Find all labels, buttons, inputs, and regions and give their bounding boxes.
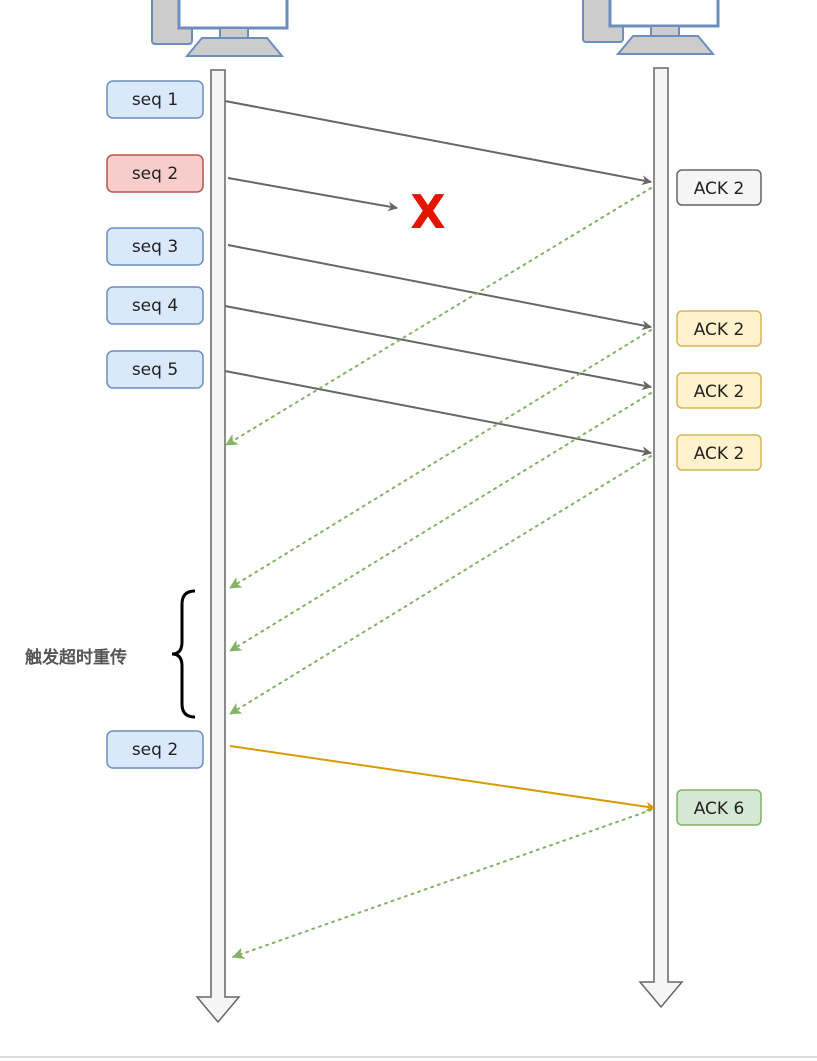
ack-box: ACK 2 — [676, 372, 762, 409]
ack-box: ACK 2 — [676, 169, 762, 206]
timeout-note: 触发超时重传 — [24, 647, 127, 668]
receiver-lifeline — [638, 67, 684, 1009]
ack-box: ACK 6 — [676, 789, 762, 826]
lost-data-arrow — [227, 177, 398, 212]
sender-computer-icon — [151, 0, 289, 57]
sequence-diagram: seq 1 seq 2 seq 3 seq 4 seq 5 seq 2 ACK 2 ACK 2… — [0, 0, 817, 1058]
ack-label: ACK 6 — [694, 799, 745, 819]
ack-arrow — [229, 392, 652, 652]
packet-label: seq 2 — [132, 164, 178, 184]
data-arrow — [224, 100, 652, 186]
packet-box: seq 3 — [106, 227, 204, 266]
ack-arrow — [229, 329, 652, 589]
ack-box: ACK 2 — [676, 434, 762, 471]
packet-box: seq 5 — [106, 350, 204, 389]
lost-marker: X — [410, 185, 445, 239]
timeout-brace — [171, 589, 196, 719]
ack-label: ACK 2 — [694, 179, 745, 199]
packet-label: seq 3 — [132, 237, 178, 257]
packet-label: seq 1 — [132, 90, 178, 110]
ack-label: ACK 2 — [694, 382, 745, 402]
packet-box: seq 1 — [106, 80, 204, 119]
ack-label: ACK 2 — [694, 320, 745, 340]
data-arrow — [224, 370, 652, 457]
packet-label: seq 4 — [132, 296, 178, 316]
ack-arrow — [229, 455, 652, 715]
packet-label: seq 2 — [132, 740, 178, 760]
data-arrow — [224, 305, 652, 391]
ack-label: ACK 2 — [694, 444, 745, 464]
packet-box: seq 4 — [106, 286, 204, 325]
retransmit-arrow — [229, 745, 656, 812]
receiver-computer-icon — [582, 0, 720, 55]
packet-label: seq 5 — [132, 360, 178, 380]
data-arrow — [227, 244, 652, 331]
packet-box: seq 2 — [106, 730, 204, 769]
sender-lifeline — [195, 69, 241, 1024]
ack-arrow — [232, 809, 652, 960]
packet-box: seq 2 — [106, 154, 204, 193]
ack-box: ACK 2 — [676, 310, 762, 347]
